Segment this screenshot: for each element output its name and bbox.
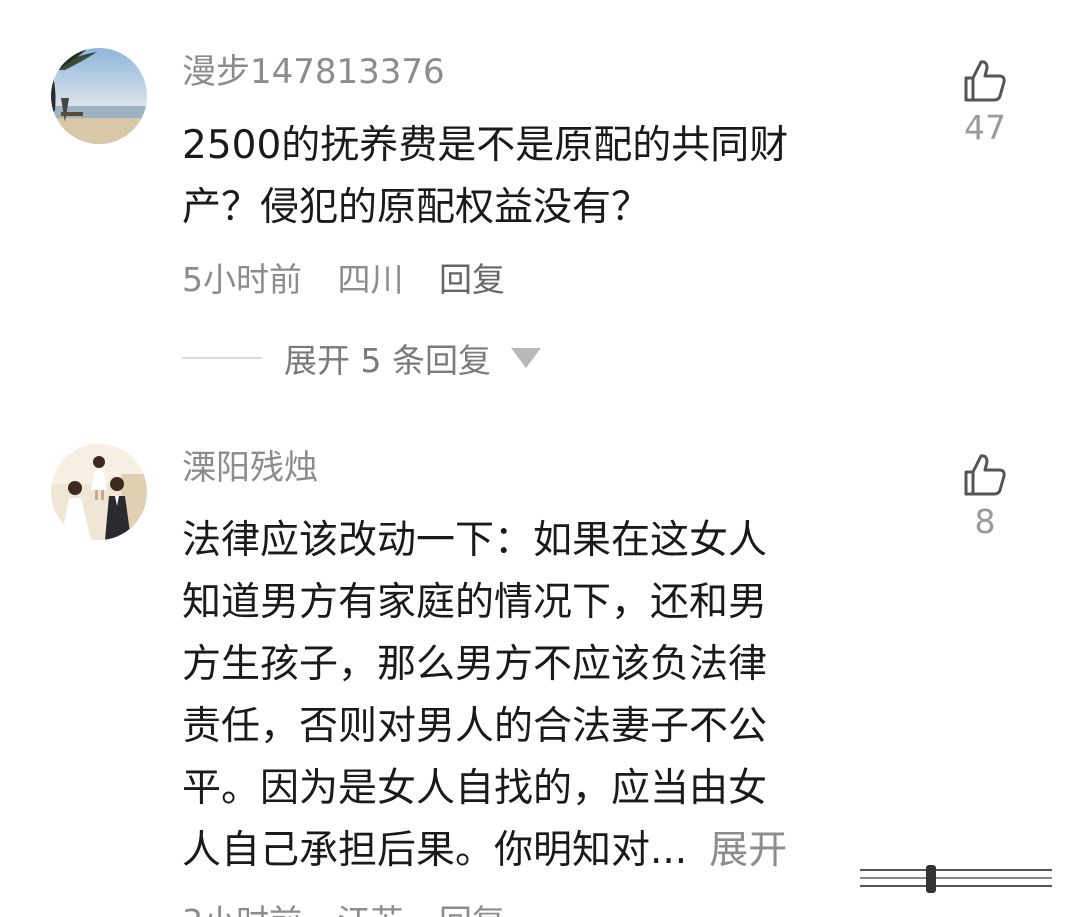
scroll-track [860,885,1052,887]
like-count: 8 [974,502,996,541]
location: 四川 [337,260,404,299]
thumbs-up-icon [964,60,1006,102]
reply-button[interactable]: 回复 [439,260,505,299]
comment-line: 知道男方有家庭的情况下，还和男 [182,580,768,625]
comment-line: 2500的抚养费是不是原配的共同财 [182,123,789,168]
beach-avatar-icon [51,48,147,144]
scroll-track [860,869,1052,871]
expand-replies-button[interactable]: 展开 5 条回复 [182,336,541,380]
comment-item: 溧阳残烛 法律应该改动一下：如果在这女人 知道男方有家庭的情况下，还和男 方生孩… [0,430,1080,917]
triangle-down-icon [510,348,541,368]
username[interactable]: 漫步147813376 [182,52,445,92]
comment-line-text: 人自己承担后果。你明知对... [182,828,688,873]
scroll-handle[interactable] [856,862,1056,896]
comment-line: 法律应该改动一下：如果在这女人 [182,518,768,563]
comment-line-last: 人自己承担后果。你明知对... 展开 [182,820,882,882]
comments-page: 漫步147813376 2500的抚养费是不是原配的共同财 产？侵犯的原配权益没… [0,0,1080,917]
comment-text: 法律应该改动一下：如果在这女人 知道男方有家庭的情况下，还和男 方生孩子，那么男… [182,510,882,882]
divider [182,357,262,359]
like-button[interactable]: 8 [955,452,1015,540]
scroll-track [860,877,1052,879]
expand-text-button[interactable]: 展开 [709,828,787,873]
comment-text: 2500的抚养费是不是原配的共同财 产？侵犯的原配权益没有？ [182,115,882,239]
comment-line: 产？侵犯的原配权益没有？ [182,185,651,230]
like-button[interactable]: 47 [955,58,1015,146]
comment-item: 漫步147813376 2500的抚养费是不是原配的共同财 产？侵犯的原配权益没… [0,0,1080,420]
comment-line: 平。因为是女人自找的，应当由女 [182,766,768,811]
user-avatar[interactable] [51,444,147,540]
username[interactable]: 溧阳残烛 [182,448,318,488]
comment-meta: 3小时前 江苏 回复 [182,900,530,917]
reply-button[interactable]: 回复 [439,902,505,917]
user-avatar[interactable] [51,48,147,144]
timestamp: 5小时前 [182,260,302,299]
comment-line: 责任，否则对男人的合法妻子不公 [182,704,768,749]
expand-replies-label: 展开 5 条回复 [284,341,491,380]
thumbs-up-icon [964,454,1006,496]
family-photo-avatar-icon [51,444,147,540]
scroll-thumb[interactable] [926,865,936,893]
timestamp: 3小时前 [182,902,302,917]
comment-line: 方生孩子，那么男方不应该负法律 [182,642,768,687]
comment-meta: 5小时前 四川 回复 [182,258,530,302]
like-count: 47 [964,108,1006,147]
location: 江苏 [338,902,404,917]
